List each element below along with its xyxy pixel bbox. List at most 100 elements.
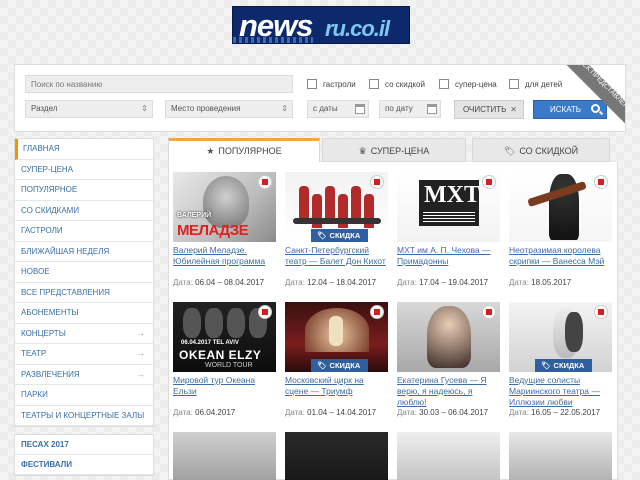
sidebar-item-label: ПОПУЛЯРНОЕ — [21, 185, 78, 194]
checkbox[interactable] — [369, 79, 379, 89]
sidebar-item[interactable]: АБОНЕМЕНТЫ — [15, 303, 153, 324]
date-value: 17.04 – 19.04.2017 — [419, 278, 489, 287]
event-image[interactable]: 🏷 СКИДКА — [285, 172, 388, 242]
tab-label: ПОПУЛЯРНОЕ — [218, 146, 282, 156]
venue-select-value: Место проведения — [171, 104, 241, 113]
event-image[interactable] — [285, 432, 388, 480]
site-logo[interactable]: news ru.co.il — [232, 6, 410, 44]
event-date: Дата: 17.04 – 19.04.2017 — [397, 278, 500, 288]
clear-button[interactable]: ОЧИСТИТЬ ✕ — [454, 100, 524, 119]
sidebar-item[interactable]: ТЕАТР → — [15, 344, 153, 365]
calendar-icon[interactable] — [355, 104, 365, 114]
date-from-label: с даты — [313, 104, 338, 113]
date-from-field[interactable]: с даты — [307, 100, 369, 118]
event-card — [509, 432, 612, 480]
event-image[interactable]: 🏷 СКИДКА — [285, 302, 388, 372]
date-value: 16.05 – 22.05.2017 — [531, 408, 601, 417]
tab-discount[interactable]: 🏷 СО СКИДКОЙ — [472, 138, 610, 162]
date-to-field[interactable]: по дату — [379, 100, 441, 118]
event-date: Дата: 18.05.2017 — [509, 278, 612, 288]
sidebar-item[interactable]: КОНЦЕРТЫ → — [15, 324, 153, 344]
close-icon: ✕ — [510, 105, 517, 114]
sidebar-item[interactable]: ФЕСТИВАЛИ — [15, 455, 153, 475]
sidebar-item[interactable]: ВСЕ ПРЕДСТАВЛЕНИЯ — [15, 283, 153, 303]
hot-badge-icon — [370, 175, 384, 189]
hot-badge-icon — [482, 305, 496, 319]
event-image[interactable]: МХТ — [397, 172, 500, 242]
venue-select[interactable]: Место проведения — [165, 100, 293, 118]
sidebar-item-label: КОНЦЕРТЫ — [21, 328, 66, 338]
event-image[interactable]: 06.04.2017 TEL AVIV OKEAN ELZY WORLD TOUR — [173, 302, 276, 372]
search-button[interactable]: ИСКАТЬ — [533, 100, 607, 119]
date-label: Дата: — [509, 408, 529, 417]
partner-figure — [565, 312, 583, 352]
event-image[interactable] — [509, 172, 612, 242]
sidebar-item[interactable]: ГАСТРОЛИ — [15, 221, 153, 242]
poster-subtitle: WORLD TOUR — [205, 362, 253, 369]
event-date: Дата: 16.05 – 22.05.2017 — [509, 408, 612, 418]
event-title-link[interactable]: МХТ им А. П. Чехова — Примадонны — [397, 245, 500, 278]
event-card — [285, 432, 388, 480]
search-label: ИСКАТЬ — [550, 105, 582, 114]
discount-badge: 🏷 СКИДКА — [311, 359, 369, 372]
check-super-price[interactable]: супер-цена — [439, 79, 497, 91]
sidebar-item[interactable]: ПОПУЛЯРНОЕ — [15, 180, 153, 201]
date-value: 06.04.2017 — [195, 408, 236, 417]
event-date: Дата: 30.03 – 06.04.2017 — [397, 408, 500, 418]
sidebar-item[interactable]: СУПЕР-ЦЕНА — [15, 160, 153, 180]
hot-badge-icon — [370, 305, 384, 319]
sidebar-item[interactable]: ПЕСАХ 2017 — [15, 435, 153, 455]
check-kids[interactable]: для детей — [509, 79, 562, 91]
event-card: 06.04.2017 TEL AVIV OKEAN ELZY WORLD TOUR М… — [173, 302, 276, 418]
tab-bar: ★ ПОПУЛЯРНОЕ ♛ СУПЕР-ЦЕНА 🏷 СО СКИДКОЙ — [168, 138, 610, 162]
event-image[interactable] — [397, 302, 500, 372]
event-image[interactable]: 🏷 СКИДКА — [509, 302, 612, 372]
checkbox[interactable] — [509, 79, 519, 89]
sidebar-item-label: СУПЕР-ЦЕНА — [21, 164, 74, 174]
checkbox[interactable] — [439, 79, 449, 89]
event-image[interactable] — [397, 432, 500, 480]
sidebar-item[interactable]: РАЗВЛЕЧЕНИЯ → — [15, 365, 153, 385]
date-to-label: по дату — [385, 104, 413, 113]
event-title-link[interactable]: Ведущие солисты Мариинского театра — Илл… — [509, 375, 612, 408]
event-image[interactable]: ВАЛЕРИЙ МЕЛАДЗЕ — [173, 172, 276, 242]
check-discount[interactable]: со скидкой — [369, 79, 425, 91]
sidebar-item[interactable]: СО СКИДКАМИ — [15, 201, 153, 221]
check-label: для детей — [525, 80, 563, 89]
sidebar-item-label: РАЗВЛЕЧЕНИЯ — [21, 369, 80, 379]
sidebar-item[interactable]: ТЕАТРЫ И КОНЦЕРТНЫЕ ЗАЛЫ — [15, 406, 153, 426]
date-value: 06.04 – 08.04.2017 — [195, 278, 265, 287]
checkbox[interactable] — [307, 79, 317, 89]
hot-badge-icon — [258, 305, 272, 319]
actress-photo — [427, 306, 471, 368]
search-name-field[interactable] — [25, 75, 293, 93]
search-icon — [591, 104, 600, 113]
sidebar-item-label: СО СКИДКАМИ — [21, 205, 80, 215]
sidebar-item[interactable]: ПАРКИ — [15, 385, 153, 406]
tab-popular[interactable]: ★ ПОПУЛЯРНОЕ — [168, 138, 320, 162]
sidebar-item[interactable]: НОВОЕ — [15, 262, 153, 283]
discount-label: СКИДКА — [329, 361, 361, 370]
sidebar-item[interactable]: БЛИЖАЙШАЯ НЕДЕЛЯ — [15, 242, 153, 262]
event-image[interactable] — [173, 432, 276, 480]
sidebar-item-label: АБОНЕМЕНТЫ — [21, 308, 79, 317]
event-title-link[interactable]: Мировой тур Океана Ельзи — [173, 375, 276, 408]
tag-icon: 🏷 — [317, 231, 327, 240]
band-member — [227, 308, 245, 338]
event-title-link[interactable]: Екатерина Гусева — Я верю, я надеюсь, я … — [397, 375, 500, 408]
calendar-icon[interactable] — [427, 104, 437, 114]
event-image[interactable] — [509, 432, 612, 480]
tab-super-price[interactable]: ♛ СУПЕР-ЦЕНА — [322, 138, 466, 162]
check-tours[interactable]: гастроли — [307, 79, 356, 91]
band-member — [205, 308, 223, 338]
sidebar-item[interactable]: ГЛАВНАЯ — [15, 139, 153, 160]
discount-label: СКИДКА — [329, 231, 361, 240]
event-title-link[interactable]: Валерий Меладзе. Юбилейная программа — [173, 245, 276, 278]
discount-badge: 🏷 СКИДКА — [535, 359, 593, 372]
section-select[interactable]: Раздел — [25, 100, 153, 118]
search-input[interactable] — [31, 76, 292, 92]
event-title-link[interactable]: Московский цирк на сцене — Триумф — [285, 375, 388, 408]
stage-shadow — [293, 218, 381, 224]
event-title-link[interactable]: Неотразимая королева скрипки — Ванесса М… — [509, 245, 612, 278]
event-title-link[interactable]: Санкт-Петербургский театр — Балет Дон Ки… — [285, 245, 388, 278]
